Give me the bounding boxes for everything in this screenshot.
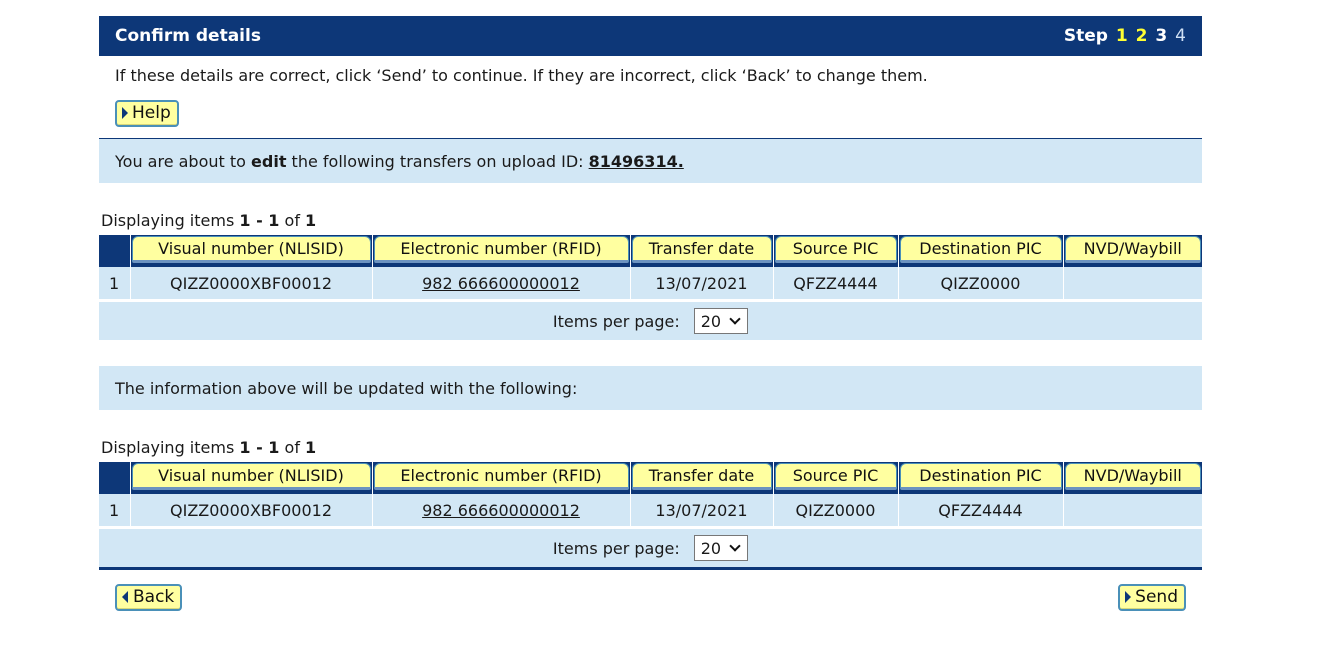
update-notice: The information above will be updated wi…	[99, 366, 1202, 410]
back-button-label: Back	[133, 587, 175, 607]
displaying-sep: -	[250, 211, 269, 230]
current-transfers-table: Visual number (NLISID) Electronic number…	[99, 235, 1203, 300]
displaying-of: of	[279, 211, 306, 230]
displaying-from: 1	[239, 438, 251, 457]
column-header-transfer-date[interactable]: Transfer date	[631, 463, 772, 490]
displaying-of: of	[279, 438, 306, 457]
row-number: 1	[99, 267, 131, 300]
displaying-items-updated: Displaying items 1 - 1 of 1	[99, 410, 1202, 458]
pager-updated: Items per page: 20	[99, 527, 1202, 570]
displaying-prefix: Displaying items	[101, 211, 240, 230]
send-button-label: Send	[1135, 587, 1178, 607]
chevron-down-icon	[729, 540, 741, 552]
transfer-date-cell: 13/07/2021	[629, 494, 774, 527]
step-label: Step	[1063, 26, 1108, 46]
confirm-details-panel: Confirm details Step 1 2 3 4 If these de…	[99, 16, 1203, 611]
displaying-total: 1	[305, 211, 317, 230]
step-2: 2	[1135, 26, 1148, 46]
column-header-nvd-waybill[interactable]: NVD/Waybill	[1064, 463, 1201, 490]
destination-pic-cell: QIZZ0000	[897, 267, 1064, 300]
column-header-destination-pic[interactable]: Destination PIC	[899, 236, 1062, 263]
step-3: 3	[1155, 26, 1168, 46]
title-bar: Confirm details Step 1 2 3 4	[99, 16, 1202, 56]
displaying-from: 1	[239, 211, 251, 230]
column-header-nvd-waybill[interactable]: NVD/Waybill	[1064, 236, 1201, 263]
rfid-link[interactable]: 982 666600000012	[422, 274, 580, 293]
items-per-page-value: 20	[700, 311, 722, 331]
play-arrow-icon	[122, 107, 128, 119]
column-header-visual-number[interactable]: Visual number (NLISID)	[131, 236, 371, 263]
back-button[interactable]: Back	[115, 584, 183, 611]
column-header-visual-number[interactable]: Visual number (NLISID)	[131, 463, 371, 490]
column-header-destination-pic[interactable]: Destination PIC	[899, 463, 1062, 490]
visual-number-cell: QIZZ0000XBF00012	[129, 494, 373, 527]
items-per-page-label: Items per page:	[552, 538, 680, 558]
table-header-row: Visual number (NLISID) Electronic number…	[99, 462, 1202, 494]
items-per-page-select[interactable]: 20	[693, 308, 749, 334]
displaying-to: 1	[268, 438, 280, 457]
transfer-date-cell: 13/07/2021	[629, 267, 774, 300]
table-row: 1 QIZZ0000XBF00012 982 666600000012 13/0…	[99, 267, 1203, 300]
rfid-cell: 982 666600000012	[371, 494, 631, 527]
source-pic-cell: QIZZ0000	[772, 494, 899, 527]
column-header-electronic-number[interactable]: Electronic number (RFID)	[373, 463, 629, 490]
items-per-page-value: 20	[700, 538, 722, 558]
column-header-source-pic[interactable]: Source PIC	[774, 236, 897, 263]
row-number: 1	[99, 494, 131, 527]
displaying-to: 1	[268, 211, 280, 230]
chevron-down-icon	[729, 313, 741, 325]
rfid-link[interactable]: 982 666600000012	[422, 501, 580, 520]
displaying-prefix: Displaying items	[101, 438, 240, 457]
destination-pic-cell: QFZZ4444	[897, 494, 1064, 527]
displaying-total: 1	[305, 438, 317, 457]
help-button[interactable]: Help	[115, 100, 179, 127]
edit-notice-prefix: You are about to	[115, 151, 252, 171]
step-indicator: Step 1 2 3 4	[1062, 26, 1186, 46]
visual-number-cell: QIZZ0000XBF00012	[129, 267, 373, 300]
nvd-waybill-cell	[1062, 267, 1203, 300]
column-header-transfer-date[interactable]: Transfer date	[631, 236, 772, 263]
pager-current: Items per page: 20	[99, 300, 1202, 340]
table-row: 1 QIZZ0000XBF00012 982 666600000012 13/0…	[99, 494, 1203, 527]
intro-text: If these details are correct, click ‘Sen…	[115, 66, 928, 85]
help-button-label: Help	[132, 103, 171, 123]
update-notice-text: The information above will be updated wi…	[115, 378, 578, 398]
step-4: 4	[1175, 26, 1186, 46]
edit-notice-action: edit	[251, 151, 287, 171]
rfid-cell: 982 666600000012	[371, 267, 631, 300]
column-header-electronic-number[interactable]: Electronic number (RFID)	[373, 236, 629, 263]
footer-actions: Back Send	[99, 570, 1202, 611]
table-header-row: Visual number (NLISID) Electronic number…	[99, 235, 1202, 267]
edit-notice: You are about to edit the following tran…	[99, 138, 1202, 183]
upload-id-link[interactable]: 81496314.	[589, 152, 684, 171]
back-arrow-icon	[122, 591, 128, 603]
source-pic-cell: QFZZ4444	[772, 267, 899, 300]
items-per-page-select[interactable]: 20	[693, 535, 749, 561]
row-number-header	[99, 462, 130, 494]
row-number-header	[99, 235, 130, 267]
displaying-items-current: Displaying items 1 - 1 of 1	[99, 183, 1202, 231]
play-arrow-icon	[1125, 591, 1132, 603]
page-title: Confirm details	[115, 26, 261, 46]
displaying-sep: -	[250, 438, 269, 457]
edit-notice-middle: the following transfers on upload ID:	[286, 151, 589, 171]
step-1: 1	[1115, 26, 1128, 46]
nvd-waybill-cell	[1062, 494, 1203, 527]
send-button[interactable]: Send	[1118, 584, 1186, 611]
column-header-source-pic[interactable]: Source PIC	[774, 463, 897, 490]
items-per-page-label: Items per page:	[552, 311, 680, 331]
updated-transfers-table: Visual number (NLISID) Electronic number…	[99, 462, 1203, 527]
